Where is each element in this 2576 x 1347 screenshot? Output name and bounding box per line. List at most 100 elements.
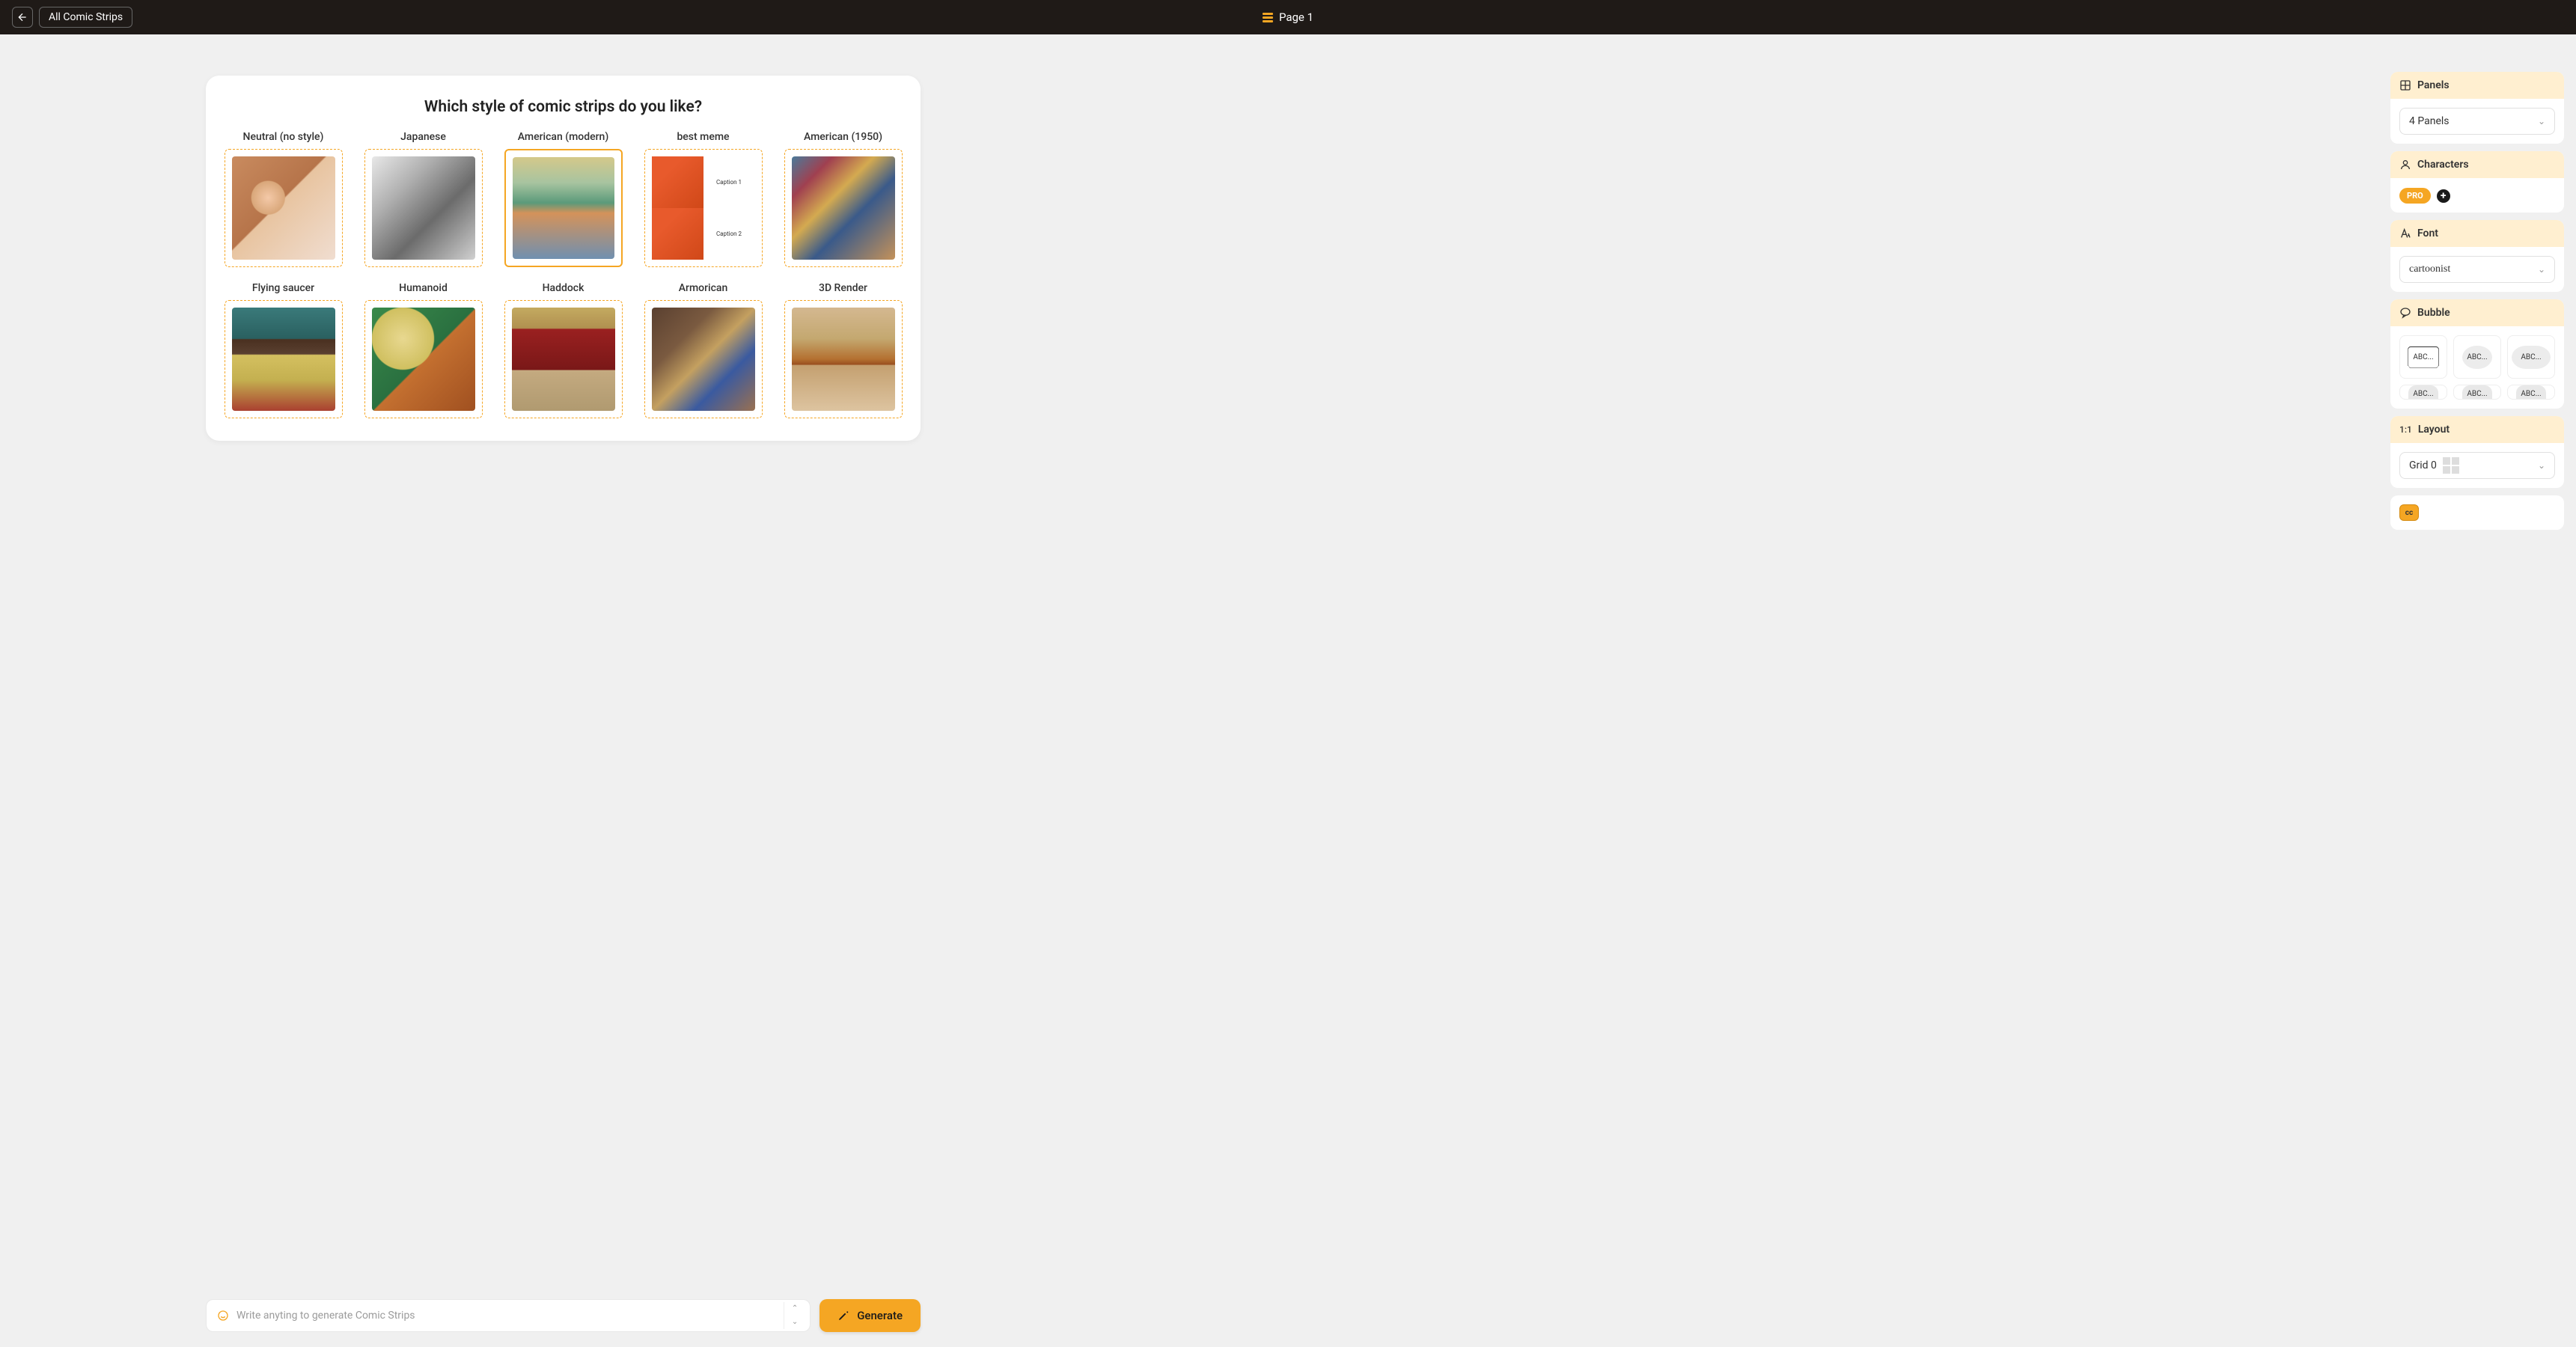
style-thumbnail xyxy=(644,300,763,418)
prompt-bar: ⌃ ⌄ Generate xyxy=(206,1299,921,1332)
style-grid: Neutral (no style) Japanese American (mode… xyxy=(221,131,906,418)
style-thumbnail xyxy=(225,300,343,418)
thumbnail-image xyxy=(372,156,475,260)
style-option[interactable]: 3D Render xyxy=(781,282,906,418)
thumbnail-image: Caption 1Caption 2 xyxy=(652,156,755,260)
settings-sidebar: Panels 4 Panels ⌄ Characters PRO + xyxy=(2390,72,2564,530)
add-character-button[interactable]: + xyxy=(2437,189,2450,203)
generate-button[interactable]: Generate xyxy=(820,1299,921,1332)
style-option[interactable]: best meme Caption 1Caption 2 xyxy=(641,131,766,267)
user-icon xyxy=(2399,159,2411,171)
font-title: Font xyxy=(2417,227,2438,239)
layout-select[interactable]: Grid 0 ⌄ xyxy=(2399,452,2555,479)
bubble-option-box[interactable]: ABC... xyxy=(2399,335,2447,379)
style-picker-card: Which style of comic strips do you like?… xyxy=(206,76,921,441)
stepper-down[interactable]: ⌄ xyxy=(790,1316,799,1329)
style-option[interactable]: Humanoid xyxy=(361,282,486,418)
thumbnail-image xyxy=(372,308,475,411)
font-value: cartoonist xyxy=(2409,263,2450,275)
style-heading: Which style of comic strips do you like? xyxy=(221,98,906,116)
style-thumbnail xyxy=(504,149,623,267)
style-option[interactable]: American (modern) xyxy=(501,131,626,267)
bubble-option-6[interactable]: ABC... xyxy=(2507,385,2555,400)
bubble-block: Bubble ABC... ABC... ABC... ABC... ABC..… xyxy=(2390,299,2564,409)
panels-value: 4 Panels xyxy=(2409,115,2450,127)
bubble-option-4[interactable]: ABC... xyxy=(2399,385,2447,400)
style-label: American (modern) xyxy=(518,131,609,143)
top-bar: All Comic Strips Page 1 xyxy=(0,0,2576,34)
thumbnail-image xyxy=(232,308,335,411)
panels-block: Panels 4 Panels ⌄ xyxy=(2390,72,2564,144)
prompt-box: ⌃ ⌄ xyxy=(206,1299,811,1332)
style-label: Haddock xyxy=(543,282,585,294)
style-label: Japanese xyxy=(400,131,446,143)
bubble-icon xyxy=(2399,307,2411,319)
style-label: Armorican xyxy=(679,282,728,294)
prompt-stepper: ⌃ ⌄ xyxy=(784,1302,799,1329)
pro-badge[interactable]: PRO xyxy=(2399,188,2431,204)
stepper-up[interactable]: ⌃ xyxy=(790,1302,799,1316)
bubble-header: Bubble xyxy=(2390,299,2564,326)
page-indicator[interactable]: Page 1 xyxy=(1263,10,1313,24)
bubble-option-5[interactable]: ABC... xyxy=(2453,385,2501,400)
all-comic-strips-button[interactable]: All Comic Strips xyxy=(39,7,132,28)
emoji-icon[interactable] xyxy=(217,1310,229,1322)
layout-grid-icon xyxy=(2443,457,2459,474)
pen-icon xyxy=(837,1310,849,1322)
all-comic-strips-label: All Comic Strips xyxy=(49,11,123,23)
characters-title: Characters xyxy=(2417,159,2469,171)
style-label: Flying saucer xyxy=(252,282,314,294)
grid-icon xyxy=(2399,79,2411,91)
thumbnail-image xyxy=(513,157,614,259)
layout-block: 1:1 Layout Grid 0 ⌄ xyxy=(2390,416,2564,488)
thumbnail-image xyxy=(792,156,895,260)
style-thumbnail xyxy=(784,149,903,267)
captions-block: cc xyxy=(2390,495,2564,530)
style-option[interactable]: American (1950) xyxy=(781,131,906,267)
panels-select[interactable]: 4 Panels ⌄ xyxy=(2399,108,2555,135)
style-thumbnail xyxy=(225,149,343,267)
style-thumbnail xyxy=(784,300,903,418)
style-label: 3D Render xyxy=(819,282,867,294)
layout-header: 1:1 Layout xyxy=(2390,416,2564,443)
chevron-down-icon: ⌄ xyxy=(2538,460,2545,471)
bubble-option-cloud[interactable]: ABC... xyxy=(2507,335,2555,379)
bubble-options: ABC... ABC... ABC... xyxy=(2399,335,2555,379)
style-label: Neutral (no style) xyxy=(243,131,324,143)
page-icon xyxy=(1263,13,1273,22)
chevron-down-icon: ⌄ xyxy=(2538,264,2545,275)
bubble-option-oval[interactable]: ABC... xyxy=(2453,335,2501,379)
thumbnail-image xyxy=(792,308,895,411)
style-label: best meme xyxy=(677,131,729,143)
font-icon xyxy=(2399,227,2411,239)
prompt-input[interactable] xyxy=(236,1310,773,1322)
chevron-down-icon: ⌄ xyxy=(2538,116,2545,126)
back-button[interactable] xyxy=(12,7,33,28)
style-thumbnail: Caption 1Caption 2 xyxy=(644,149,763,267)
style-option[interactable]: Armorican xyxy=(641,282,766,418)
panels-header: Panels xyxy=(2390,72,2564,99)
style-thumbnail xyxy=(364,300,483,418)
font-header: Font xyxy=(2390,220,2564,247)
style-label: American (1950) xyxy=(804,131,882,143)
thumbnail-image xyxy=(232,156,335,260)
style-option[interactable]: Flying saucer xyxy=(221,282,346,418)
cc-button[interactable]: cc xyxy=(2399,504,2419,521)
characters-header: Characters xyxy=(2390,151,2564,178)
style-label: Humanoid xyxy=(399,282,448,294)
characters-pro-row: PRO + xyxy=(2399,188,2450,204)
style-option[interactable]: Haddock xyxy=(501,282,626,418)
font-block: Font cartoonist ⌄ xyxy=(2390,220,2564,292)
bubble-title: Bubble xyxy=(2417,307,2450,319)
font-select[interactable]: cartoonist ⌄ xyxy=(2399,256,2555,283)
thumbnail-image xyxy=(652,308,755,411)
layout-value: Grid 0 xyxy=(2409,459,2437,471)
style-thumbnail xyxy=(364,149,483,267)
style-option[interactable]: Japanese xyxy=(361,131,486,267)
main-area: Which style of comic strips do you like?… xyxy=(0,34,2576,1347)
style-option[interactable]: Neutral (no style) xyxy=(221,131,346,267)
page-label: Page 1 xyxy=(1279,10,1313,24)
layout-title: Layout xyxy=(2418,424,2450,436)
aspect-ratio-label: 1:1 xyxy=(2399,424,2412,435)
arrow-left-icon xyxy=(16,11,28,23)
